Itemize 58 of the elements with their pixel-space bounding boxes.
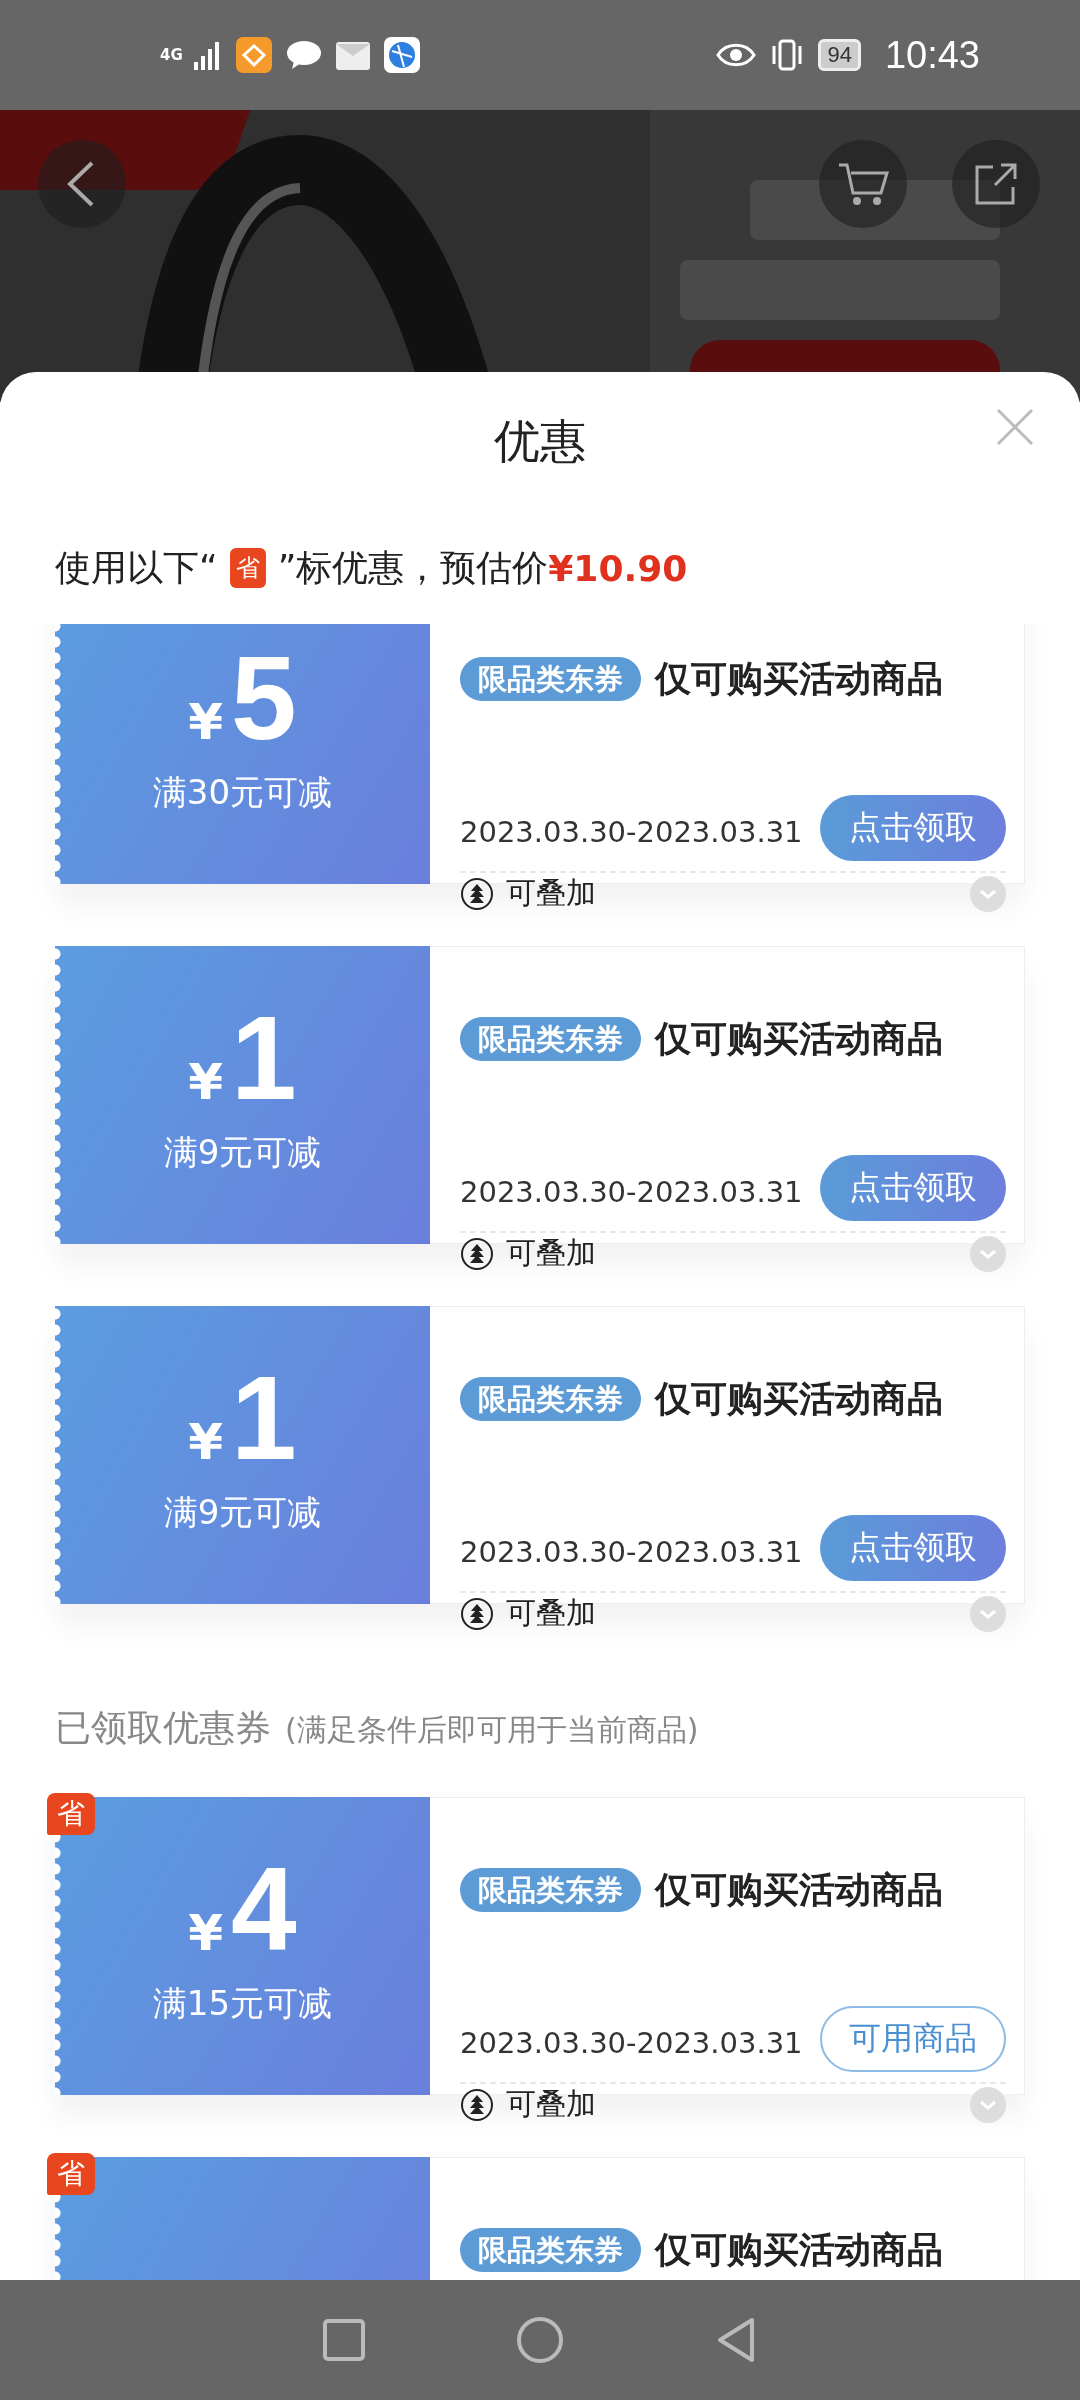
section-note: (满足条件后即可用于当前商品) (285, 1711, 699, 1749)
chat-bubble-icon (286, 39, 322, 71)
coupon-amount: 1 (231, 994, 297, 1124)
section-heading: 已领取优惠券 (55, 1706, 271, 1750)
stack-icon (460, 876, 494, 911)
category-tag: 限品类东券 (460, 657, 641, 701)
battery-level: 94 (818, 39, 861, 71)
eye-icon (716, 42, 757, 68)
saving-badge: 省 (229, 548, 266, 588)
category-tag: 限品类东券 (460, 1868, 641, 1912)
claim-button[interactable]: 点击领取 (820, 1515, 1006, 1581)
coupon-amount: 1 (231, 1354, 297, 1484)
stackable-label: 可叠加 (506, 874, 597, 912)
coupon-amount: 5 (231, 634, 297, 764)
clock-time: 10:43 (884, 33, 980, 77)
validity-dates: 2023.03.30-2023.03.31 (460, 2026, 803, 2060)
home-button[interactable] (516, 2316, 564, 2364)
stack-icon (460, 1236, 494, 1271)
currency-symbol: ¥ (188, 1413, 224, 1472)
validity-dates: 2023.03.30-2023.03.31 (460, 815, 803, 849)
network-type: 4G (160, 47, 180, 63)
hint-text: 使用以下“ (55, 545, 218, 590)
recents-button[interactable] (322, 2318, 366, 2362)
validity-dates: 2023.03.30-2023.03.31 (460, 1175, 803, 1209)
currency-symbol: ¥ (188, 1904, 224, 1963)
coupon-title: 仅可购买活动商品 (655, 1017, 943, 1061)
vibrate-icon (770, 38, 805, 72)
stackable-label: 可叠加 (506, 2085, 597, 2123)
category-tag: 限品类东券 (460, 2228, 641, 2272)
sheet-title: 优惠 (494, 413, 586, 470)
coupon-title: 仅可购买活动商品 (655, 2228, 943, 2272)
category-tag: 限品类东券 (460, 1377, 641, 1421)
currency-symbol: ¥ (188, 693, 224, 752)
saving-badge: 省 (47, 1793, 95, 1835)
coupon-condition: 满15元可减 (152, 1981, 333, 2025)
coupon-title: 仅可购买活动商品 (655, 1377, 943, 1421)
category-tag: 限品类东券 (460, 1017, 641, 1061)
signal-icon (194, 40, 222, 70)
browser-globe-icon (384, 37, 420, 73)
claim-button[interactable]: 点击领取 (820, 795, 1006, 861)
currency-symbol: ¥ (188, 1053, 224, 1112)
saving-badge: 省 (47, 2153, 95, 2195)
coupon-condition: 满9元可减 (163, 1490, 322, 1534)
coupon-title: 仅可购买活动商品 (655, 1868, 943, 1912)
hint-text: ”标优惠，预估价 (277, 545, 549, 590)
coupon-amount: 4 (231, 1845, 297, 1975)
coupon-title: 仅可购买活动商品 (655, 657, 943, 701)
stackable-label: 可叠加 (506, 1594, 597, 1632)
coupon-condition: 满30元可减 (152, 770, 333, 814)
stackable-label: 可叠加 (506, 1234, 597, 1272)
claim-button[interactable]: 点击领取 (820, 1155, 1006, 1221)
validity-dates: 2023.03.30-2023.03.31 (460, 1535, 803, 1569)
estimated-price: ¥10.90 (548, 547, 688, 589)
stack-icon (460, 2087, 494, 2122)
products-button[interactable]: 可用商品 (820, 2006, 1006, 2072)
coupon-condition: 满9元可减 (163, 1130, 322, 1174)
app-notification-icon (236, 37, 272, 73)
stack-icon (460, 1596, 494, 1631)
